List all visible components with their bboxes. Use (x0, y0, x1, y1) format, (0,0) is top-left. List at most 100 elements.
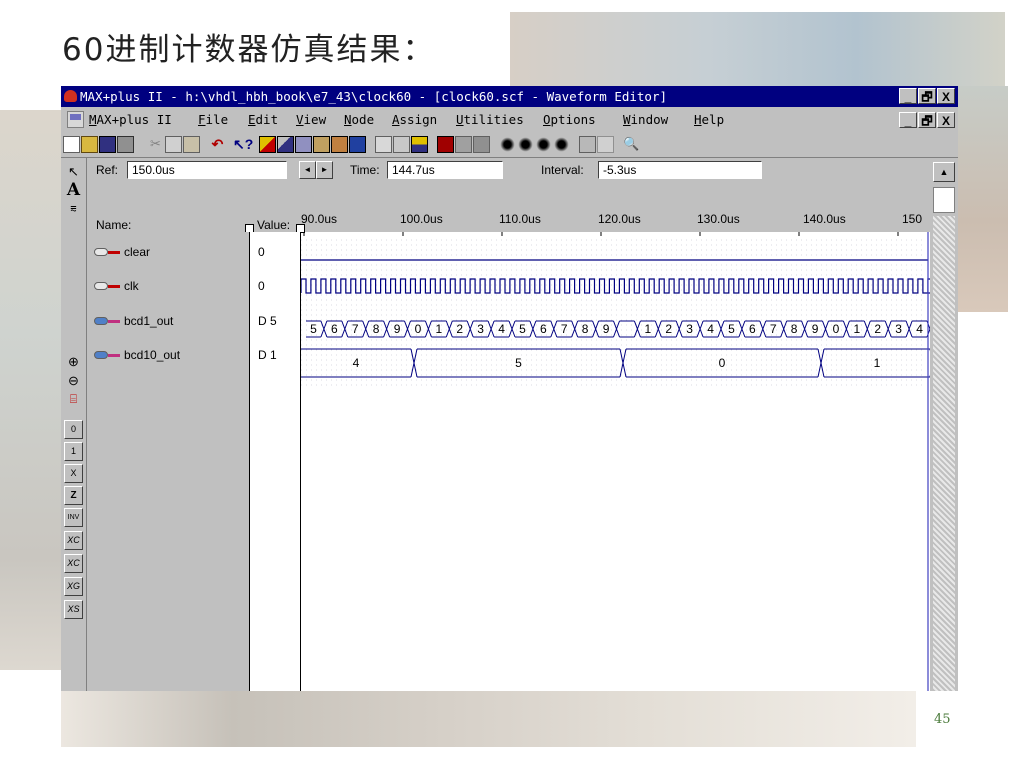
paste-icon[interactable] (183, 136, 200, 153)
signal-name: clear (124, 245, 151, 259)
doc-minimize-button[interactable]: _ (899, 112, 917, 128)
value-column: 0 0 D 5 D 1 (250, 232, 301, 691)
overwrite-sequence-icon[interactable]: XS (64, 600, 83, 619)
document-icon[interactable] (67, 111, 84, 128)
print-icon[interactable] (117, 136, 134, 153)
bcd10-value-label: 4 (353, 356, 360, 370)
time-controls: Ref: 150.0us ◄ ► Time: 144.7us Interval:… (87, 158, 958, 208)
open-folder-icon[interactable] (81, 136, 98, 153)
find-prev-icon[interactable] (553, 136, 570, 153)
zoom-out-icon[interactable]: ⊖ (64, 371, 83, 390)
program-icon[interactable] (349, 136, 366, 153)
menu-node[interactable]: Node (344, 112, 374, 127)
clk-waveform (301, 278, 930, 294)
scroll-up-arrow-icon[interactable]: ▲ (933, 162, 955, 182)
save-check-icon[interactable] (295, 136, 312, 153)
doc-restore-button[interactable]: 🗗 (918, 112, 936, 128)
menu-assign[interactable]: Assign (392, 112, 437, 127)
set-unknown-icon[interactable]: X (64, 464, 83, 483)
bcd1-transition (466, 320, 474, 338)
menu-edit[interactable]: Edit (248, 112, 278, 127)
zoom-icon[interactable]: 🔍 (623, 136, 640, 153)
zoom-in-icon[interactable]: ⊕ (64, 352, 83, 371)
input-pin-icon (94, 248, 120, 256)
signal-row-clk[interactable]: clk (94, 277, 139, 295)
floorplan-icon[interactable] (277, 136, 294, 153)
menu-options[interactable]: Options (543, 112, 596, 127)
close-button[interactable]: X (937, 88, 955, 104)
programmer-icon[interactable] (437, 136, 454, 153)
restore-button[interactable]: 🗗 (918, 88, 936, 104)
bcd1-value-label: 6 (540, 322, 547, 336)
value-column-header: Value: (257, 218, 291, 232)
undo-icon[interactable]: ↶ (209, 136, 226, 153)
ref-field[interactable]: 150.0us (127, 161, 287, 179)
signal-row-bcd10[interactable]: bcd10_out (94, 346, 180, 364)
fit-window-icon[interactable]: ⌸ (64, 390, 83, 409)
save-simulate-icon[interactable] (331, 136, 348, 153)
title-bar[interactable]: MAX+plus II - h:\vhdl_hbh_book\e7_43\clo… (61, 86, 958, 107)
set-high-icon[interactable]: 1 (64, 442, 83, 461)
open-scf-icon[interactable] (455, 136, 472, 153)
signal-value: 0 (258, 279, 265, 293)
save-icon[interactable] (99, 136, 116, 153)
time-axis: 90.0us 100.0us 110.0us 120.0us 130.0us 1… (301, 208, 958, 232)
waveform-tool-palette: ↖ A ⩳ ⊕ ⊖ ⌸ 0 1 X Z INV XC XC XG XS (61, 158, 87, 691)
waveform-editor-pane: Ref: 150.0us ◄ ► Time: 144.7us Interval:… (87, 158, 958, 691)
bcd10-transition (817, 348, 825, 378)
scroll-track[interactable] (933, 216, 955, 691)
text-tool-icon[interactable]: A (64, 181, 83, 200)
ref-step-arrows[interactable]: ◄ ► (299, 161, 333, 179)
background-photo-bottom (61, 691, 916, 747)
name-column-header: Name: (96, 218, 132, 232)
background-photo-top (510, 12, 1005, 86)
save-compile-icon[interactable] (313, 136, 330, 153)
cascade-icon[interactable] (597, 136, 614, 153)
signal-row-bcd1[interactable]: bcd1_out (94, 312, 173, 330)
menu-file[interactable]: File (198, 112, 228, 127)
minimize-button[interactable]: _ (899, 88, 917, 104)
bcd1-value-label: 7 (561, 322, 568, 336)
vertical-scrollbar[interactable]: ▲ (930, 158, 958, 691)
menu-utilities[interactable]: Utilities (456, 112, 524, 127)
menu-view[interactable]: View (296, 112, 326, 127)
find-next-icon[interactable] (535, 136, 552, 153)
waveform-display[interactable]: 5 6 7 8 9 0 1 2 3 4 5 6 7 8 9 1 2 3 4 5 6 7 8 9 0 1 2 3 44 5 0 1 (301, 232, 930, 691)
overwrite-count-icon[interactable]: XC (64, 531, 83, 550)
help-pointer-icon[interactable]: ↖? (233, 136, 253, 153)
hierarchy-icon[interactable] (259, 136, 276, 153)
time-field[interactable]: 144.7us (387, 161, 503, 179)
find-node-icon[interactable] (499, 136, 516, 153)
new-file-icon[interactable] (63, 136, 80, 153)
tile-icon[interactable] (579, 136, 596, 153)
signal-row-clear[interactable]: clear (94, 243, 150, 261)
compiler-icon[interactable] (375, 136, 392, 153)
app-window: MAX+plus II - h:\vhdl_hbh_book\e7_43\clo… (61, 86, 958, 691)
bcd1-value-label: 2 (874, 322, 881, 336)
menu-help[interactable]: Help (694, 112, 724, 127)
next-arrow-icon[interactable]: ► (316, 161, 333, 179)
toolbar: ✂ ↶ ↖? 🔍 (61, 133, 958, 158)
copy-icon[interactable] (165, 136, 182, 153)
bcd1-value-label: 5 (519, 322, 526, 336)
node-tool-icon[interactable]: ⩳ (64, 200, 83, 219)
prev-arrow-icon[interactable]: ◄ (299, 161, 316, 179)
pointer-tool-icon[interactable]: ↖ (64, 162, 83, 181)
overwrite-clock-icon[interactable]: XC (64, 554, 83, 573)
set-highz-icon[interactable]: Z (64, 486, 83, 505)
simulator-icon[interactable] (393, 136, 410, 153)
save-scf-icon[interactable] (473, 136, 490, 153)
set-low-icon[interactable]: 0 (64, 420, 83, 439)
doc-close-button[interactable]: X (937, 112, 955, 128)
timing-analyzer-icon[interactable] (411, 136, 428, 153)
app-icon[interactable] (64, 90, 77, 102)
interval-field[interactable]: -5.3us (598, 161, 762, 179)
menu-maxplus[interactable]: MAX+plus II (89, 112, 172, 127)
find-clock-icon[interactable] (517, 136, 534, 153)
cut-icon[interactable]: ✂ (147, 136, 164, 153)
invert-icon[interactable]: INV (64, 508, 83, 527)
overwrite-group-icon[interactable]: XG (64, 577, 83, 596)
scroll-thumb[interactable] (933, 187, 955, 213)
ref-label: Ref: (96, 163, 119, 177)
menu-window[interactable]: Window (623, 112, 668, 127)
